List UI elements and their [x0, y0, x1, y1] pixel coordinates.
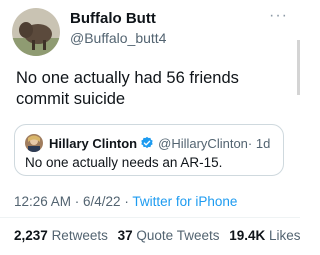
author-avatar[interactable] — [12, 8, 60, 56]
quote-author-name: Hillary Clinton — [49, 135, 138, 151]
retweets-label[interactable]: Retweets — [52, 228, 108, 243]
divider — [0, 217, 300, 218]
likes-count[interactable]: 19.4K — [229, 228, 265, 243]
more-horizontal-icon[interactable]: ··· — [269, 8, 288, 24]
quote-tweets-label[interactable]: Quote Tweets — [136, 228, 219, 243]
quote-time: · 1d — [247, 135, 271, 151]
quote-author-avatar — [25, 134, 43, 152]
tweet-stats: 2,237 Retweets 37 Quote Tweets 19.4K Lik… — [14, 228, 307, 243]
verified-badge-icon — [141, 136, 153, 149]
retweets-count[interactable]: 2,237 — [14, 228, 48, 243]
likes-label[interactable]: Likes — [269, 228, 301, 243]
author-display-name[interactable]: Buffalo Butt — [70, 10, 166, 28]
quote-author-handle: @HillaryClinton — [158, 135, 248, 151]
quote-text: No one actually needs an AR-15. — [25, 155, 223, 170]
tweet-meta: 12:26 AM · 6/4/22 · Twitter for iPhone — [14, 194, 237, 209]
quote-tweets-count[interactable]: 37 — [118, 228, 133, 243]
tweet-text: No one actually had 56 friends commit su… — [16, 69, 239, 108]
author-header: Buffalo Butt @Buffalo_butt4 — [70, 10, 166, 48]
tweet-timestamp[interactable]: 12:26 AM · 6/4/22 · — [14, 194, 132, 209]
quote-tweet-card[interactable]: Hillary Clinton @HillaryClinton · 1d No … — [14, 124, 284, 176]
quote-header: Hillary Clinton @HillaryClinton · 1d — [25, 134, 270, 152]
scrollbar[interactable] — [297, 40, 300, 95]
tweet-source-link[interactable]: Twitter for iPhone — [132, 194, 237, 209]
author-handle[interactable]: @Buffalo_butt4 — [70, 28, 166, 48]
